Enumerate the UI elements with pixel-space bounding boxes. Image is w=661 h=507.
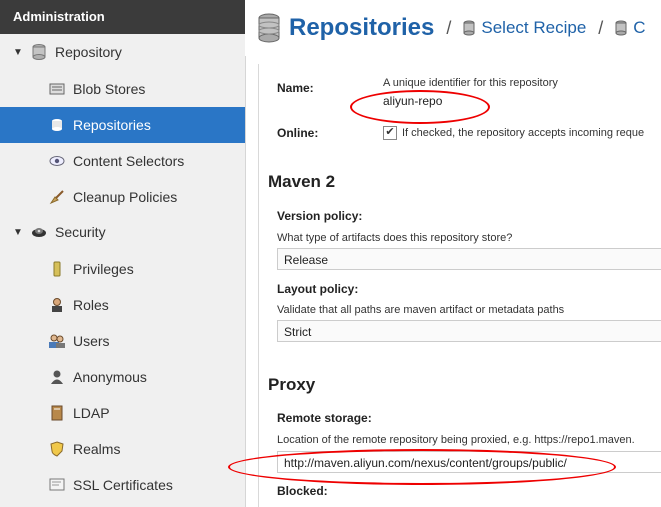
sidebar-item-label: Realms bbox=[73, 441, 121, 457]
caret-down-icon[interactable]: ▼ bbox=[12, 227, 24, 238]
database-icon bbox=[463, 20, 475, 36]
sidebar-item-label: LDAP bbox=[73, 405, 110, 421]
sidebar-item-label: Content Selectors bbox=[73, 153, 185, 169]
medal-icon bbox=[48, 260, 66, 278]
layout-policy-hint: Validate that all paths are maven artifa… bbox=[277, 304, 565, 316]
role-icon bbox=[48, 296, 66, 314]
certificate-icon bbox=[48, 476, 66, 494]
repository-form: Name: A unique identifier for this repos… bbox=[258, 64, 661, 507]
database-icon bbox=[48, 116, 66, 134]
sidebar-item-ldap[interactable]: LDAP bbox=[0, 395, 245, 431]
online-label: Online: bbox=[277, 126, 319, 140]
sidebar-item-realms[interactable]: Realms bbox=[0, 431, 245, 467]
broom-icon bbox=[48, 188, 66, 206]
name-label: Name: bbox=[277, 81, 314, 95]
sidebar-item-users[interactable]: Users bbox=[0, 323, 245, 359]
sidebar-item-blob-stores[interactable]: Blob Stores bbox=[0, 71, 245, 107]
online-hint: If checked, the repository accepts incom… bbox=[402, 127, 645, 139]
sidebar-item-label: Repositories bbox=[73, 117, 151, 133]
server-icon bbox=[48, 80, 66, 98]
remote-storage-input[interactable]: http://maven.aliyun.com/nexus/content/gr… bbox=[277, 451, 661, 473]
name-input[interactable]: aliyun-repo bbox=[383, 94, 442, 108]
database-icon bbox=[30, 43, 48, 61]
sidebar-item-label: Privileges bbox=[73, 261, 134, 277]
database-icon bbox=[257, 13, 281, 43]
version-policy-label: Version policy: bbox=[277, 209, 363, 223]
sidebar-item-privileges[interactable]: Privileges bbox=[0, 251, 245, 287]
security-icon bbox=[30, 223, 48, 241]
book-icon bbox=[48, 404, 66, 422]
sidebar-item-roles[interactable]: Roles bbox=[0, 287, 245, 323]
caret-down-icon[interactable]: ▼ bbox=[12, 47, 24, 58]
sidebar-item-security[interactable]: ▼ Security bbox=[0, 214, 245, 250]
sidebar-item-label: SSL Certificates bbox=[73, 477, 173, 493]
sidebar-item-label: Anonymous bbox=[73, 369, 147, 385]
sidebar-header: Administration bbox=[0, 0, 245, 34]
breadcrumb-select-recipe[interactable]: Select Recipe bbox=[481, 18, 586, 38]
sidebar-item-cleanup-policies[interactable]: Cleanup Policies bbox=[0, 179, 245, 215]
users-icon bbox=[48, 332, 66, 350]
sidebar-item-anonymous[interactable]: Anonymous bbox=[0, 359, 245, 395]
online-checkbox[interactable]: ✔ bbox=[383, 126, 397, 140]
layout-policy-label: Layout policy: bbox=[277, 282, 359, 296]
sidebar-item-label: Repository bbox=[55, 44, 122, 60]
sidebar-item-content-selectors[interactable]: Content Selectors bbox=[0, 143, 245, 179]
shield-icon bbox=[48, 440, 66, 458]
version-policy-hint: What type of artifacts does this reposit… bbox=[277, 232, 513, 244]
sidebar-item-label: Security bbox=[55, 224, 106, 240]
eye-icon bbox=[48, 152, 66, 170]
breadcrumb-separator: / bbox=[598, 17, 604, 38]
page-title: Repositories bbox=[289, 14, 435, 41]
database-icon bbox=[615, 20, 627, 36]
sidebar-item-label: Users bbox=[73, 333, 110, 349]
sidebar-item-repository[interactable]: ▼ Repository bbox=[0, 34, 245, 70]
sidebar-item-repositories[interactable]: Repositories bbox=[0, 107, 245, 143]
version-policy-select[interactable]: Release bbox=[277, 248, 661, 270]
sidebar: Administration ▼ Repository Blob Stores … bbox=[0, 0, 246, 507]
layout-policy-select[interactable]: Strict bbox=[277, 320, 661, 342]
person-icon bbox=[48, 368, 66, 386]
remote-storage-label: Remote storage: bbox=[277, 411, 372, 425]
maven-section-title: Maven 2 bbox=[268, 172, 336, 191]
page-header: Repositories / Select Recipe / C bbox=[245, 0, 661, 56]
remote-storage-hint: Location of the remote repository being … bbox=[277, 434, 635, 446]
proxy-section-title: Proxy bbox=[268, 375, 316, 394]
name-hint: A unique identifier for this repository bbox=[383, 77, 558, 89]
sidebar-item-label: Roles bbox=[73, 297, 109, 313]
sidebar-item-label: Cleanup Policies bbox=[73, 189, 178, 205]
breadcrumb-separator: / bbox=[446, 17, 452, 38]
sidebar-item-label: Blob Stores bbox=[73, 81, 146, 97]
breadcrumb-current[interactable]: C bbox=[633, 18, 645, 38]
blocked-label: Blocked: bbox=[277, 484, 328, 498]
sidebar-item-ssl-certificates[interactable]: SSL Certificates bbox=[0, 467, 245, 503]
